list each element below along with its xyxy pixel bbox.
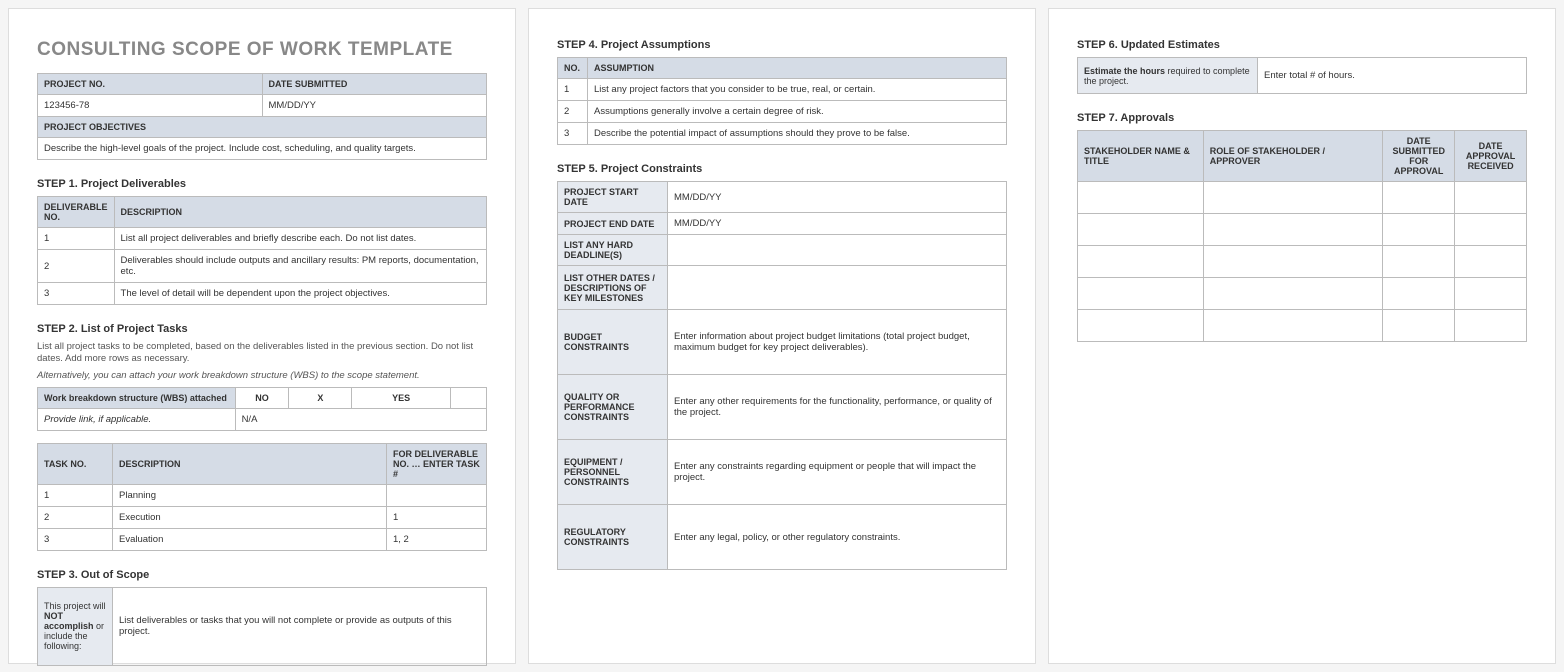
- step4-title: STEP 4. Project Assumptions: [557, 39, 1007, 51]
- step3-text: List deliverables or tasks that you will…: [113, 587, 487, 665]
- wbs-label: Work breakdown structure (WBS) attached: [38, 387, 236, 408]
- step5-title: STEP 5. Project Constraints: [557, 163, 1007, 175]
- hard-deadlines-label: LIST ANY HARD DEADLINE(S): [558, 235, 668, 266]
- step1-col-desc: DESCRIPTION: [114, 197, 486, 228]
- table-row: 3Describe the potential impact of assump…: [558, 123, 1007, 145]
- table-row: 3Evaluation1, 2: [38, 528, 487, 550]
- table-row: 1List any project factors that you consi…: [558, 79, 1007, 101]
- wbs-table: Work breakdown structure (WBS) attached …: [37, 387, 487, 431]
- table-row: 1Planning: [38, 484, 487, 506]
- step5-table: PROJECT START DATE MM/DD/YY PROJECT END …: [557, 181, 1007, 570]
- step1-table: DELIVERABLE NO. DESCRIPTION 1List all pr…: [37, 196, 487, 305]
- step7-col-received: DATE APPROVAL RECEIVED: [1455, 131, 1527, 182]
- regulatory-label: REGULATORY CONSTRAINTS: [558, 505, 668, 570]
- step2-col-desc: DESCRIPTION: [113, 443, 387, 484]
- budget-value: Enter information about project budget l…: [668, 310, 1007, 375]
- step3-title: STEP 3. Out of Scope: [37, 569, 487, 581]
- end-date-label: PROJECT END DATE: [558, 213, 668, 235]
- step4-table: NO. ASSUMPTION 1List any project factors…: [557, 57, 1007, 145]
- budget-label: BUDGET CONSTRAINTS: [558, 310, 668, 375]
- step7-col-role: ROLE OF STAKEHOLDER / APPROVER: [1203, 131, 1383, 182]
- table-row: 2Execution1: [38, 506, 487, 528]
- hard-deadlines-value: [668, 235, 1007, 266]
- step7-title: STEP 7. Approvals: [1077, 112, 1527, 124]
- page-2: STEP 4. Project Assumptions NO. ASSUMPTI…: [528, 8, 1036, 664]
- step6-label: Estimate the hours required to complete …: [1078, 58, 1258, 94]
- step2-subtext-1: List all project tasks to be completed, …: [37, 341, 487, 366]
- wbs-empty: [451, 387, 487, 408]
- project-no-value: 123456-78: [38, 95, 263, 117]
- step6-value: Enter total # of hours.: [1258, 58, 1527, 94]
- other-dates-value: [668, 266, 1007, 310]
- step2-subtext-2: Alternatively, you can attach your work …: [37, 370, 487, 381]
- wbs-provide: Provide link, if applicable.: [38, 408, 236, 430]
- step3-label: This project will NOT accomplish or incl…: [38, 587, 113, 665]
- step4-col-no: NO.: [558, 58, 588, 79]
- equipment-label: EQUIPMENT / PERSONNEL CONSTRAINTS: [558, 440, 668, 505]
- table-row: [1078, 310, 1527, 342]
- step2-col-task: TASK NO.: [38, 443, 113, 484]
- regulatory-value: Enter any legal, policy, or other regula…: [668, 505, 1007, 570]
- start-date-label: PROJECT START DATE: [558, 182, 668, 213]
- step2-title: STEP 2. List of Project Tasks: [37, 323, 487, 335]
- wbs-no: NO: [235, 387, 289, 408]
- table-row: 2Deliverables should include outputs and…: [38, 250, 487, 283]
- table-row: 2Assumptions generally involve a certain…: [558, 101, 1007, 123]
- step7-table: STAKEHOLDER NAME & TITLE ROLE OF STAKEHO…: [1077, 130, 1527, 342]
- table-row: [1078, 246, 1527, 278]
- wbs-yes: YES: [352, 387, 451, 408]
- project-no-header: PROJECT NO.: [38, 74, 263, 95]
- document-title: CONSULTING SCOPE OF WORK TEMPLATE: [37, 39, 487, 61]
- objectives-text: Describe the high-level goals of the pro…: [38, 138, 487, 160]
- quality-value: Enter any other requirements for the fun…: [668, 375, 1007, 440]
- step1-title: STEP 1. Project Deliverables: [37, 178, 487, 190]
- step7-col-name: STAKEHOLDER NAME & TITLE: [1078, 131, 1204, 182]
- table-row: [1078, 214, 1527, 246]
- table-row: 3The level of detail will be dependent u…: [38, 283, 487, 305]
- objectives-header: PROJECT OBJECTIVES: [38, 117, 487, 138]
- equipment-value: Enter any constraints regarding equipmen…: [668, 440, 1007, 505]
- table-row: [1078, 278, 1527, 310]
- start-date-value: MM/DD/YY: [668, 182, 1007, 213]
- step6-table: Estimate the hours required to complete …: [1077, 57, 1527, 94]
- wbs-x: X: [289, 387, 352, 408]
- step3-table: This project will NOT accomplish or incl…: [37, 587, 487, 666]
- wbs-na: N/A: [235, 408, 486, 430]
- page-3: STEP 6. Updated Estimates Estimate the h…: [1048, 8, 1556, 664]
- date-submitted-header: DATE SUBMITTED: [262, 74, 487, 95]
- table-row: 1List all project deliverables and brief…: [38, 228, 487, 250]
- step2-tasks-table: TASK NO. DESCRIPTION FOR DELIVERABLE NO.…: [37, 443, 487, 551]
- table-row: [1078, 182, 1527, 214]
- step1-col-no: DELIVERABLE NO.: [38, 197, 115, 228]
- step7-col-submitted: DATE SUBMITTED FOR APPROVAL: [1383, 131, 1455, 182]
- end-date-value: MM/DD/YY: [668, 213, 1007, 235]
- header-table: PROJECT NO. DATE SUBMITTED 123456-78 MM/…: [37, 73, 487, 160]
- other-dates-label: LIST OTHER DATES / DESCRIPTIONS OF KEY M…: [558, 266, 668, 310]
- quality-label: QUALITY OR PERFORMANCE CONSTRAINTS: [558, 375, 668, 440]
- step6-title: STEP 6. Updated Estimates: [1077, 39, 1527, 51]
- page-1: CONSULTING SCOPE OF WORK TEMPLATE PROJEC…: [8, 8, 516, 664]
- step2-col-for: FOR DELIVERABLE NO. … ENTER TASK #: [387, 443, 487, 484]
- step4-col-assumption: ASSUMPTION: [588, 58, 1007, 79]
- pages-container: CONSULTING SCOPE OF WORK TEMPLATE PROJEC…: [8, 8, 1556, 664]
- date-submitted-value: MM/DD/YY: [262, 95, 487, 117]
